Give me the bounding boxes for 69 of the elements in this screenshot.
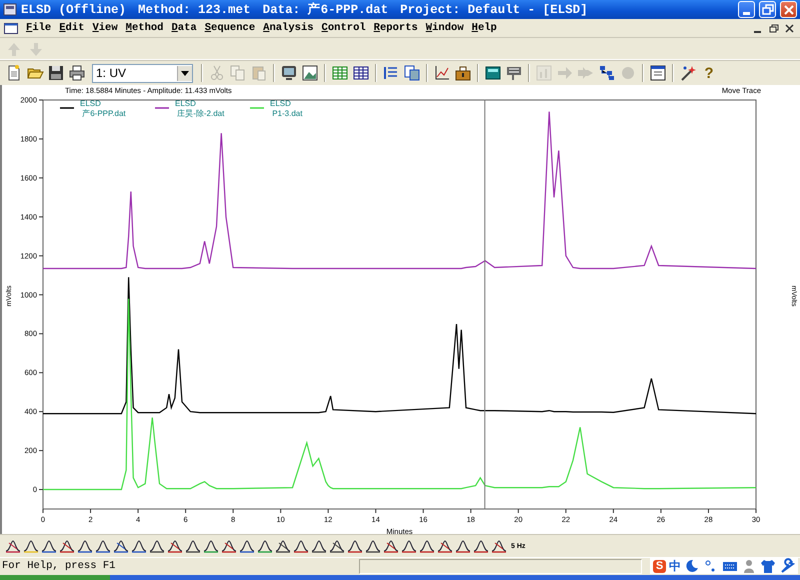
- menu-item[interactable]: Analysis: [263, 22, 314, 34]
- menu-item[interactable]: Reports: [374, 22, 418, 34]
- minimize-icon: [754, 31, 760, 34]
- tick-mark: [708, 508, 709, 514]
- tick-mark: [375, 508, 376, 514]
- window-title: Data: 产6-PPP.dat: [262, 1, 388, 18]
- tick-mark: [280, 508, 282, 514]
- minimize-icon: [743, 12, 750, 16]
- tick-mark: [42, 508, 44, 514]
- tick-mark: [565, 508, 566, 514]
- minimize-button[interactable]: [738, 1, 755, 18]
- menu-item[interactable]: File: [26, 22, 52, 34]
- wrench-icon[interactable]: [779, 558, 795, 574]
- tick-mark: [612, 508, 614, 514]
- tick-mark: [38, 178, 44, 179]
- legend-label: ELSD P1-3.dat: [270, 99, 302, 118]
- input-mode-label[interactable]: 中: [669, 558, 681, 575]
- legend-label: ELSD 产6-PPP.dat: [80, 99, 126, 118]
- channel-dropdown[interactable]: 1: UV: [92, 64, 193, 83]
- tick-mark: [38, 450, 44, 452]
- picture-icon[interactable]: [300, 63, 320, 84]
- restore-icon: [766, 22, 780, 35]
- window-icon[interactable]: [648, 63, 668, 84]
- legend-label: ELSD 庄昊-除-2.dat: [175, 99, 224, 118]
- tick-mark: [470, 508, 472, 514]
- person-icon[interactable]: [741, 558, 757, 574]
- tick-mark: [518, 508, 519, 514]
- menu-item[interactable]: Sequence: [204, 22, 256, 34]
- close-button[interactable]: [780, 1, 797, 18]
- tick-mark: [328, 508, 329, 514]
- help-button[interactable]: ?: [699, 63, 719, 84]
- tick-mark: [38, 100, 44, 101]
- window-title: ELSD (Offline): [21, 2, 126, 17]
- status-text: For Help, press F1: [2, 560, 116, 572]
- menu-item[interactable]: View: [92, 22, 118, 34]
- close-icon: [782, 22, 796, 35]
- tick-mark: [138, 508, 139, 514]
- menu-item[interactable]: Help: [472, 22, 497, 34]
- menu-item[interactable]: Data: [171, 22, 197, 34]
- menu-item[interactable]: Window: [426, 22, 464, 34]
- menu-item[interactable]: Edit: [59, 22, 84, 34]
- tick-mark: [38, 294, 44, 296]
- document-icon: [4, 22, 18, 35]
- printer-icon[interactable]: [67, 63, 87, 84]
- close-icon: [782, 2, 796, 17]
- tick-mark: [660, 508, 662, 514]
- tick-mark: [38, 216, 44, 218]
- tick-mark: [38, 372, 44, 374]
- dropdown-arrow-icon[interactable]: [181, 70, 189, 76]
- menu-item[interactable]: Control: [322, 22, 366, 34]
- moon-icon[interactable]: [684, 558, 700, 574]
- tick-mark: [90, 508, 92, 514]
- tick-mark: [422, 508, 424, 514]
- restore-icon: [760, 2, 774, 17]
- restore-button[interactable]: [759, 1, 776, 18]
- start-button[interactable]: [0, 575, 110, 580]
- tick-mark: [38, 489, 44, 490]
- tick-mark: [38, 138, 44, 140]
- tick-mark: [38, 334, 44, 335]
- shirt-icon[interactable]: [760, 558, 776, 574]
- input-method-logo[interactable]: S: [653, 560, 666, 573]
- tick-mark: [232, 508, 234, 514]
- menu-item[interactable]: Method: [126, 22, 164, 34]
- window-title: Project: Default - [ELSD]: [400, 2, 588, 17]
- app-icon: [3, 3, 17, 16]
- tick-mark: [185, 508, 186, 514]
- window-title: Method: 123.met: [138, 2, 251, 17]
- documents-icon[interactable]: [402, 63, 422, 84]
- tick-mark: [38, 256, 44, 257]
